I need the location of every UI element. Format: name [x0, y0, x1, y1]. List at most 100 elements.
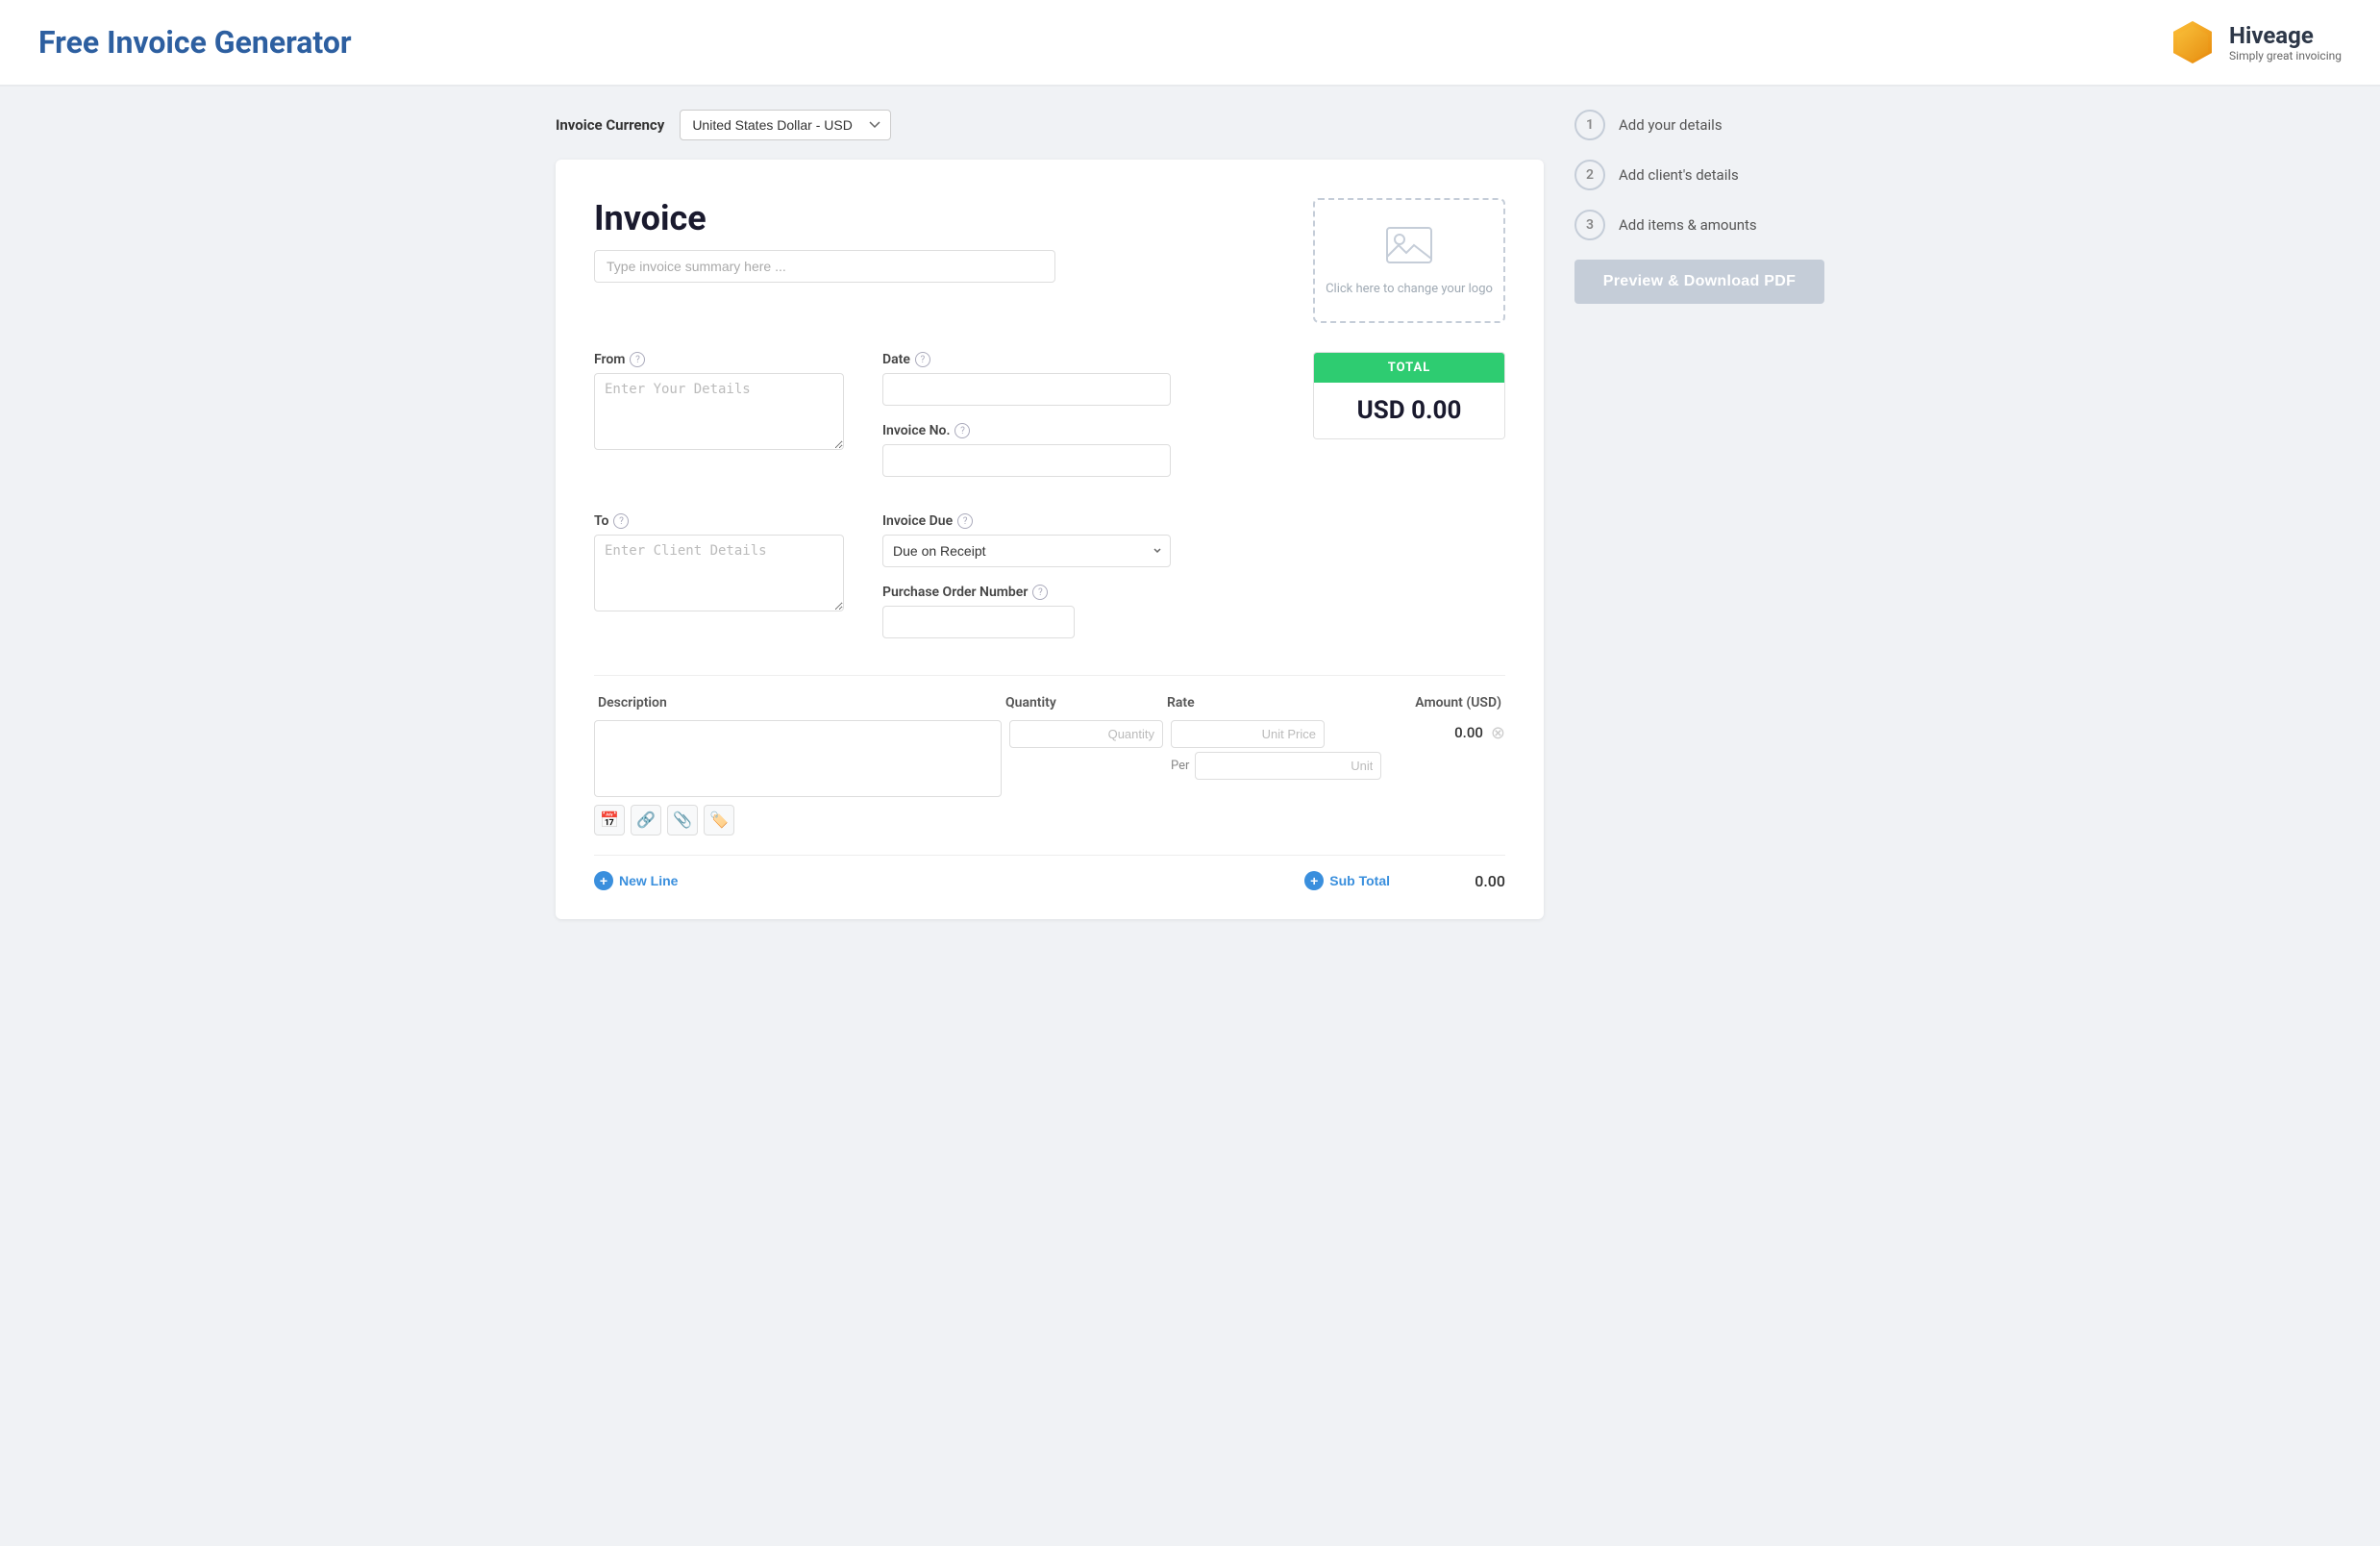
invoice-no-input[interactable]: IN-0001 — [882, 444, 1171, 477]
per-label: Per — [1171, 759, 1189, 773]
currency-row: Invoice Currency United States Dollar - … — [556, 110, 1544, 140]
step-3-number: 3 — [1574, 210, 1605, 240]
new-line-plus-icon: + — [594, 871, 613, 890]
invoice-top: Invoice Click here to change your logo — [594, 198, 1505, 323]
remove-item-button[interactable]: ⊗ — [1491, 724, 1505, 741]
to-textarea[interactable] — [594, 535, 844, 611]
items-header-rate: Rate — [1167, 695, 1321, 711]
item-quantity-col — [1009, 720, 1163, 748]
total-header: TOTAL — [1314, 353, 1504, 383]
tag-icon: 🏷️ — [709, 810, 729, 830]
item-rate-col: Per — [1171, 720, 1325, 780]
item-toolbar: 📅 🔗 📎 🏷️ — [594, 805, 1002, 835]
brand-name-area: Hiveage Simply great invoicing — [2229, 22, 2342, 62]
invoice-card: Invoice Click here to change your logo — [556, 160, 1544, 919]
currency-select[interactable]: United States Dollar - USD Euro - EUR Br… — [680, 110, 891, 140]
per-unit-row: Per — [1171, 752, 1325, 780]
bottom-row: + New Line + Sub Total 0.00 — [594, 855, 1505, 890]
table-row: 📅 🔗 📎 🏷️ — [594, 720, 1505, 835]
new-line-label: New Line — [619, 873, 678, 888]
preview-download-button[interactable]: Preview & Download PDF — [1574, 260, 1824, 304]
item-description-input[interactable] — [594, 720, 1002, 797]
total-box: TOTAL USD 0.00 — [1313, 352, 1505, 439]
link-icon: 🔗 — [636, 810, 656, 830]
tag-toolbar-btn[interactable]: 🏷️ — [704, 805, 734, 835]
invoice-due-help-icon[interactable]: ? — [957, 513, 973, 529]
step-3-text: Add items & amounts — [1619, 216, 1757, 234]
item-unit-input[interactable] — [1195, 752, 1381, 780]
center-fields: Date ? 2020-07-24 Invoice No. ? IN-0001 — [882, 352, 1171, 494]
items-header: Description Quantity Rate Amount (USD) — [594, 695, 1505, 711]
item-rate-input[interactable] — [1171, 720, 1325, 748]
to-field-group: To ? — [594, 513, 844, 615]
step-2-number: 2 — [1574, 160, 1605, 190]
to-help-icon[interactable]: ? — [613, 513, 629, 529]
subtotal-button[interactable]: + Sub Total — [1304, 871, 1390, 890]
currency-label: Invoice Currency — [556, 116, 664, 134]
subtotal-value: 0.00 — [1448, 872, 1505, 890]
calendar-toolbar-btn[interactable]: 📅 — [594, 805, 625, 835]
date-field-group: Date ? 2020-07-24 — [882, 352, 1171, 406]
image-placeholder-icon — [1385, 226, 1433, 274]
attachment-toolbar-btn[interactable]: 📎 — [667, 805, 698, 835]
from-field-group: From ? — [594, 352, 844, 454]
link-toolbar-btn[interactable]: 🔗 — [631, 805, 661, 835]
date-input[interactable]: 2020-07-24 — [882, 373, 1171, 406]
page-title: Free Invoice Generator — [38, 24, 352, 61]
logo-upload-area[interactable]: Click here to change your logo — [1313, 198, 1505, 323]
from-section: From ? — [594, 352, 844, 494]
po-label: Purchase Order Number ? — [882, 585, 1171, 600]
step-1-item: 1 Add your details — [1574, 110, 1824, 140]
item-description-col: 📅 🔗 📎 🏷️ — [594, 720, 1002, 835]
invoice-no-field-group: Invoice No. ? IN-0001 — [882, 423, 1171, 477]
sidebar-steps: 1 Add your details 2 Add client's detail… — [1574, 110, 1824, 240]
invoice-title: Invoice — [594, 198, 1313, 238]
po-field-group: Purchase Order Number ? — [882, 585, 1171, 638]
from-textarea[interactable] — [594, 373, 844, 450]
items-section: Description Quantity Rate Amount (USD) 📅 — [594, 675, 1505, 890]
brand-name: Hiveage — [2229, 22, 2342, 49]
invoice-no-help-icon[interactable]: ? — [954, 423, 970, 438]
invoice-due-label: Invoice Due ? — [882, 513, 1171, 529]
po-input[interactable] — [882, 606, 1075, 638]
brand-tagline: Simply great invoicing — [2229, 49, 2342, 62]
sidebar: 1 Add your details 2 Add client's detail… — [1574, 110, 1824, 919]
item-quantity-input[interactable] — [1009, 720, 1163, 748]
items-header-description: Description — [598, 695, 998, 711]
calendar-icon: 📅 — [600, 810, 619, 830]
due-po-section: Invoice Due ? Due on Receipt Net 15 Net … — [882, 513, 1171, 656]
subtotal-plus-icon: + — [1304, 871, 1324, 890]
to-section: To ? — [594, 513, 844, 656]
items-header-quantity: Quantity — [1005, 695, 1159, 711]
main-container: Invoice Currency United States Dollar - … — [517, 87, 1863, 942]
invoice-summary-input[interactable] — [594, 250, 1055, 283]
item-amount-col: 0.00 ⊗ — [1332, 720, 1505, 741]
total-section: TOTAL USD 0.00 — [1209, 352, 1505, 494]
to-label: To ? — [594, 513, 844, 529]
hiveage-hex-icon — [2168, 17, 2218, 67]
step-1-number: 1 — [1574, 110, 1605, 140]
brand-logo: Hiveage Simply great invoicing — [2168, 17, 2342, 67]
step-2-text: Add client's details — [1619, 166, 1739, 184]
date-help-icon[interactable]: ? — [915, 352, 930, 367]
page-header: Free Invoice Generator Hiveage Simply gr… — [0, 0, 2380, 87]
items-header-amount: Amount (USD) — [1328, 695, 1501, 711]
new-line-button[interactable]: + New Line — [594, 871, 678, 890]
step-2-item: 2 Add client's details — [1574, 160, 1824, 190]
from-help-icon[interactable]: ? — [630, 352, 645, 367]
form-grid: From ? Date ? 2020-07-24 — [594, 352, 1505, 494]
step-1-text: Add your details — [1619, 116, 1723, 134]
subtotal-label: Sub Total — [1329, 873, 1390, 888]
subtotal-area: + Sub Total 0.00 — [1304, 871, 1505, 890]
attachment-icon: 📎 — [673, 810, 692, 830]
remove-icon: ⊗ — [1491, 723, 1505, 742]
logo-upload-text: Click here to change your logo — [1326, 282, 1493, 296]
date-label: Date ? — [882, 352, 1171, 367]
po-help-icon[interactable]: ? — [1032, 585, 1048, 600]
item-amount-value: 0.00 — [1454, 724, 1483, 741]
from-label: From ? — [594, 352, 844, 367]
invoice-no-label: Invoice No. ? — [882, 423, 1171, 438]
invoice-due-select[interactable]: Due on Receipt Net 15 Net 30 Net 60 Cust… — [882, 535, 1171, 567]
form-grid-2: To ? Invoice Due ? Due on Rec — [594, 513, 1505, 656]
invoice-title-section: Invoice — [594, 198, 1313, 283]
